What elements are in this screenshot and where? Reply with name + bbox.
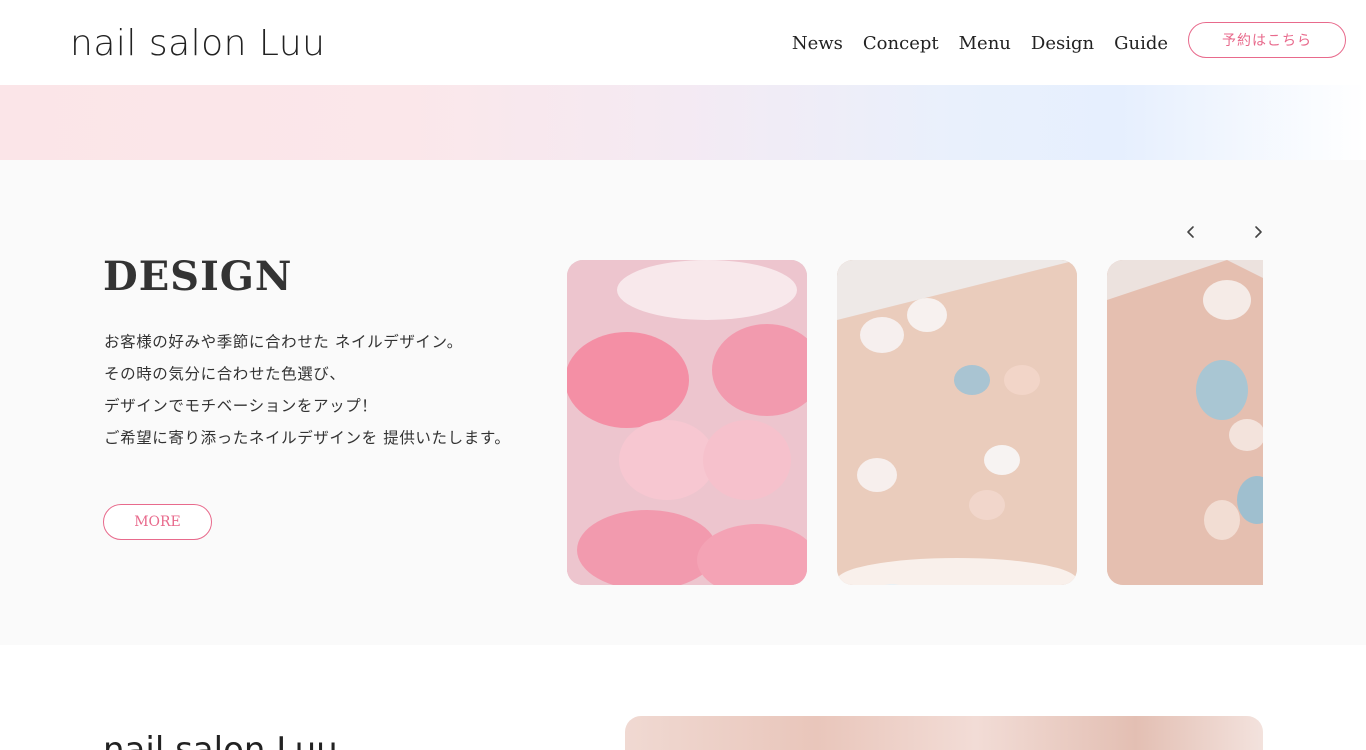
lower-section-title: nail salon Luu — [103, 730, 338, 750]
nav-design[interactable]: Design — [1031, 30, 1094, 58]
carousel-prev-icon[interactable] — [1179, 220, 1203, 244]
lower-section-image — [625, 716, 1263, 750]
design-line-3: デザインでモチベーションをアップ！ — [104, 397, 378, 415]
more-button[interactable]: MORE — [103, 504, 212, 540]
nav-concept[interactable]: Concept — [863, 30, 939, 58]
design-section: DESIGN お客様の好みや季節に合わせた ネイルデザイン。 その時の気分に合わ… — [0, 160, 1366, 645]
design-line-4: ご希望に寄り添ったネイルデザインを 提供いたします。 — [104, 429, 511, 447]
site-logo[interactable]: nail salon Luu — [70, 22, 325, 66]
gradient-band — [0, 85, 1366, 160]
design-description: お客様の好みや季節に合わせた ネイルデザイン。 その時の気分に合わせた色選び、 … — [104, 326, 564, 454]
design-gallery — [567, 260, 1263, 585]
design-line-2: その時の気分に合わせた色選び、 — [104, 365, 346, 383]
main-nav: News Concept Menu Design Guide — [792, 30, 1168, 58]
carousel-next-icon[interactable] — [1246, 220, 1270, 244]
nav-news[interactable]: News — [792, 30, 843, 58]
gallery-image-floral-nails[interactable] — [1107, 260, 1263, 585]
design-line-1: お客様の好みや季節に合わせた ネイルデザイン。 — [104, 333, 463, 351]
site-header: nail salon Luu News Concept Menu Design … — [0, 0, 1366, 85]
gallery-image-pink-nails[interactable] — [567, 260, 807, 585]
nav-menu[interactable]: Menu — [959, 30, 1011, 58]
reserve-button[interactable]: 予約はこちら — [1188, 22, 1346, 58]
nav-guide[interactable]: Guide — [1114, 30, 1168, 58]
gallery-image-pastel-nails[interactable] — [837, 260, 1077, 585]
design-title: DESIGN — [103, 253, 293, 300]
